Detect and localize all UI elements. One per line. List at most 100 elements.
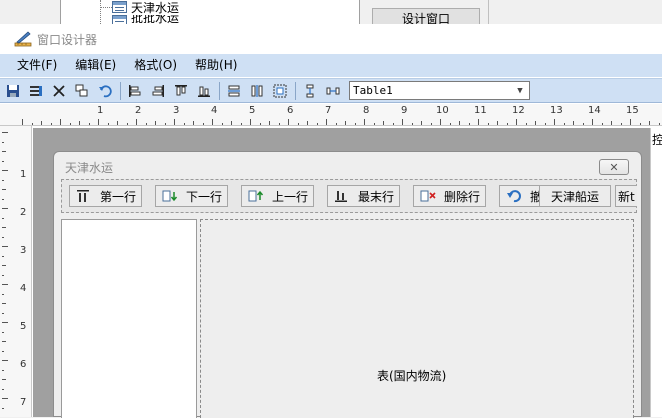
ruler-tick (32, 123, 33, 125)
ruler-number: 2 (20, 207, 27, 218)
first-row-label: 第一行 (100, 189, 137, 204)
ruler-tick (250, 119, 251, 125)
ruler-tick (2, 132, 8, 133)
property-panel-edge (650, 128, 662, 417)
ruler-tick (165, 123, 166, 125)
ruler-tick (222, 123, 223, 125)
ruler-number: 10 (436, 105, 449, 116)
ruler-tick (2, 151, 6, 152)
ruler-tick (2, 189, 6, 190)
form-close-button[interactable]: ✕ (599, 159, 629, 175)
ruler-tick (269, 121, 270, 125)
menu-format[interactable]: 格式(O) (125, 54, 186, 77)
tianjin-shipping-button[interactable]: 天津船运 (539, 185, 611, 207)
ruler-tick (60, 119, 61, 125)
ruler-tick (2, 322, 8, 323)
align-right-button[interactable] (147, 81, 169, 101)
ruler-tick (478, 119, 479, 125)
ruler-tick (2, 161, 4, 162)
menu-help[interactable]: 帮助(H) (186, 54, 246, 77)
menu-edit[interactable]: 编辑(E) (66, 54, 125, 77)
next-row-button[interactable]: 下一行 (155, 185, 228, 207)
align-left-icon (129, 84, 141, 97)
prev-row-button[interactable]: 上一行 (241, 185, 314, 207)
ruler-tick (649, 121, 650, 125)
navigation-toolbar: 第一行 下一行 上一行 最末行 删除行 撤 天津船运 新t (61, 179, 637, 213)
same-size-button[interactable] (269, 81, 291, 101)
background-right-panel (488, 0, 662, 24)
data-grid-placeholder[interactable]: 表(国内物流) (200, 219, 634, 418)
undo-button[interactable] (94, 81, 116, 101)
ruler-tick (2, 332, 4, 333)
ruler-tick (2, 284, 8, 285)
horizontal-spacing-button[interactable] (322, 81, 344, 101)
ruler-number: 15 (626, 105, 639, 116)
ruler-number: 1 (20, 169, 27, 180)
property-panel-label[interactable]: 控 (652, 131, 662, 148)
ruler-tick (2, 389, 4, 390)
vertical-spacing-button[interactable] (299, 81, 321, 101)
align-left-button[interactable] (124, 81, 146, 101)
same-width-button[interactable] (223, 81, 245, 101)
background-tree-panel (60, 0, 360, 24)
ruler-tick (317, 123, 318, 125)
copy-icon (75, 84, 88, 96)
vertical-spacing-icon (306, 84, 314, 97)
ruler-tick (2, 379, 6, 380)
table-select[interactable]: Table1 ▼ (349, 81, 530, 100)
ruler-tick (535, 121, 536, 125)
prev-row-icon (248, 190, 264, 202)
last-row-button[interactable]: 最末行 (327, 185, 400, 207)
ruler-tick (374, 123, 375, 125)
first-row-icon (77, 190, 89, 202)
align-top-button[interactable] (170, 81, 192, 101)
first-row-button[interactable]: 第一行 (69, 185, 142, 207)
new-button[interactable]: 新t (615, 185, 637, 207)
window-title: 窗口设计器 (37, 32, 98, 47)
delete-row-button[interactable]: 删除行 (413, 185, 486, 207)
ruler-tick (355, 123, 356, 125)
new-button-label: 新t (618, 189, 635, 204)
chevron-down-icon[interactable]: ▼ (511, 82, 529, 99)
ruler-number: 13 (550, 105, 563, 116)
same-height-button[interactable] (246, 81, 268, 101)
menu-bar: 文件(F) 编辑(E) 格式(O) 帮助(H) (0, 54, 662, 77)
ruler-number: 3 (20, 245, 27, 256)
table-select-value: Table1 (353, 84, 393, 97)
delete-button[interactable] (48, 81, 70, 101)
horizontal-spacing-icon (326, 87, 340, 94)
list-panel[interactable] (61, 219, 197, 418)
align-bottom-icon (198, 86, 210, 97)
table-icon (112, 1, 127, 13)
ruler-tick (326, 119, 327, 125)
save-button[interactable] (2, 81, 24, 101)
copy-button[interactable] (71, 81, 93, 101)
ruler-tick (2, 370, 4, 371)
next-row-label: 下一行 (186, 189, 223, 204)
ruler-tick (2, 265, 6, 266)
ruler-number: 5 (249, 105, 256, 116)
ruler-tick (402, 119, 403, 125)
list-edit-button[interactable] (25, 81, 47, 101)
align-bottom-button[interactable] (193, 81, 215, 101)
form-title: 天津水运 (65, 161, 114, 175)
ruler-tick (174, 119, 175, 125)
ruler-tick (611, 121, 612, 125)
tree-item[interactable]: 天津水运 (112, 0, 179, 15)
ruler-tick (497, 121, 498, 125)
ruler-tick (155, 121, 156, 125)
ruler-tick (469, 123, 470, 125)
menu-file[interactable]: 文件(F) (8, 54, 66, 77)
ruler-number: 9 (401, 105, 408, 116)
ruler-tick (108, 123, 109, 125)
ruler-number: 11 (474, 105, 487, 116)
ruler-tick (146, 123, 147, 125)
ruler-tick (592, 119, 593, 125)
ruler-tick (421, 121, 422, 125)
ruler-tick (564, 123, 565, 125)
ruler-tick (393, 123, 394, 125)
next-row-icon (162, 190, 178, 202)
ruler-tick (2, 294, 4, 295)
ruler-tick (583, 123, 584, 125)
form-designer-window[interactable]: 天津水运 ✕ 第一行 下一行 上一行 最末行 删除行 撤 天津船运 新t 表(国… (53, 151, 642, 418)
